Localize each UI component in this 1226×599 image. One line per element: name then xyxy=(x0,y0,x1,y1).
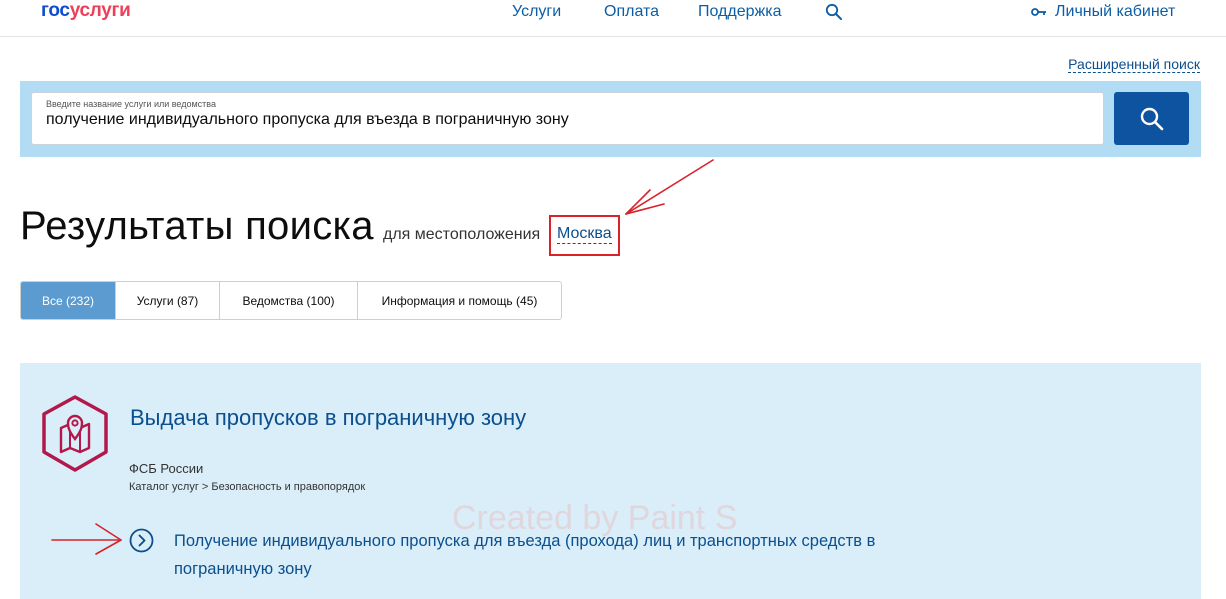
search-input-hint: Введите название услуги или ведомства xyxy=(46,99,216,109)
tab-services[interactable]: Услуги (87) xyxy=(116,282,220,319)
card-title-link[interactable]: Выдача пропусков в пограничную зону xyxy=(130,405,526,431)
search-icon xyxy=(1140,107,1163,130)
result-card: Выдача пропусков в пограничную зону ФСБ … xyxy=(20,363,1201,599)
location-label: для местоположения xyxy=(383,226,541,243)
nav-item-services[interactable]: Услуги xyxy=(512,3,561,21)
tab-all[interactable]: Все (232) xyxy=(21,282,116,319)
nav-item-payment[interactable]: Оплата xyxy=(604,3,659,21)
card-organization: ФСБ России xyxy=(129,461,204,476)
key-icon xyxy=(1031,8,1046,16)
logo-part-gos: гос xyxy=(41,0,70,21)
location-link[interactable]: Москва xyxy=(557,225,612,244)
watermark-text: Created by Paint S xyxy=(452,499,738,537)
top-header: госуслуги Услуги Оплата Поддержка Личный… xyxy=(0,0,1226,37)
tab-departments[interactable]: Ведомства (100) xyxy=(220,282,358,319)
search-icon[interactable] xyxy=(825,3,843,21)
logo-part-uslugi: услуги xyxy=(69,0,131,21)
card-breadcrumb: Каталог услуг > Безопасность и правопоря… xyxy=(129,481,366,493)
search-input[interactable]: Введите название услуги или ведомства по… xyxy=(31,92,1104,145)
search-panel: Введите название услуги или ведомства по… xyxy=(20,81,1201,157)
search-button[interactable] xyxy=(1114,92,1189,145)
personal-account-link[interactable]: Личный кабинет xyxy=(1031,3,1175,21)
chevron-right-circle-icon[interactable] xyxy=(129,528,154,553)
search-input-value: получение индивидуального пропуска для в… xyxy=(46,111,569,128)
annotation-arrow-location xyxy=(625,159,714,215)
tab-info-help[interactable]: Информация и помощь (45) xyxy=(358,282,561,319)
result-tabs: Все (232) Услуги (87) Ведомства (100) Ин… xyxy=(20,281,562,320)
cabinet-label: Личный кабинет xyxy=(1055,3,1176,20)
gosuslugi-logo[interactable]: госуслуги xyxy=(41,0,131,22)
map-pin-hexagon-icon xyxy=(42,395,108,472)
advanced-search-link[interactable]: Расширенный поиск xyxy=(1068,56,1200,73)
nav-item-support[interactable]: Поддержка xyxy=(698,3,781,21)
page-title: Результаты поиска xyxy=(20,204,374,248)
